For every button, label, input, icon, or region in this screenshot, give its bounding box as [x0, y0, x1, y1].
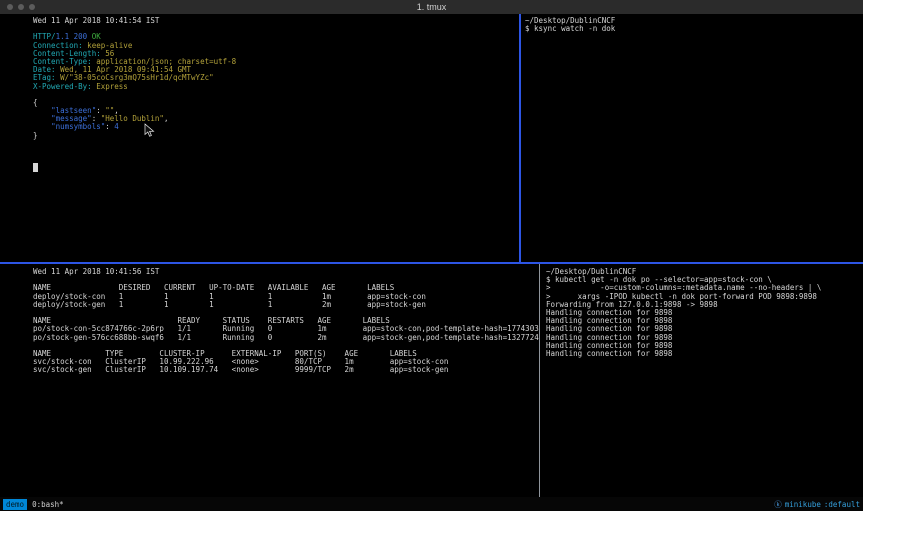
- window-title: 1. tmux: [0, 0, 863, 14]
- pane-kubectl-get[interactable]: Wed 11 Apr 2018 10:41:56 IST NAME DESIRE…: [0, 264, 539, 497]
- text-segment: svc/stock-gen ClusterIP 10.109.197.74 <n…: [33, 365, 448, 374]
- terminal-line: $ ksync watch -n dok: [525, 25, 863, 33]
- desktop: 1. tmux Wed 11 Apr 2018 10:41:54 IST HTT…: [0, 0, 900, 555]
- mouse-pointer-arrow: [144, 123, 155, 138]
- text-segment: $ ksync watch -n dok: [525, 24, 615, 33]
- text-segment: 4: [114, 122, 119, 131]
- terminal-line: X-Powered-By: Express: [33, 83, 519, 91]
- text-segment: :: [105, 122, 114, 131]
- terminal-line: }: [33, 132, 519, 140]
- text-segment: X-Powered-By:: [33, 82, 92, 91]
- terminal-line: deploy/stock-gen 1 1 1 1 2m app=stock-ge…: [33, 301, 539, 309]
- terminal-line: [33, 164, 519, 172]
- terminal-line: [33, 156, 519, 164]
- text-segment: ,: [164, 114, 169, 123]
- kube-namespace: :default: [824, 500, 860, 509]
- status-left: demo 0:bash*: [3, 499, 64, 510]
- text-segment: Handling connection for 9898: [546, 349, 672, 358]
- kubernetes-icon: ⓚ: [774, 499, 782, 510]
- session-name-badge: demo: [3, 499, 27, 510]
- terminal-line: [33, 140, 519, 148]
- terminal-line: Wed 11 Apr 2018 10:41:56 IST: [33, 268, 539, 276]
- pane-divider-vertical-top[interactable]: [519, 14, 521, 263]
- terminal-window: 1. tmux Wed 11 Apr 2018 10:41:54 IST HTT…: [0, 0, 863, 511]
- window-label[interactable]: 0:bash*: [32, 500, 64, 509]
- pane-divider-vertical-bottom[interactable]: [539, 264, 540, 497]
- text-segment: Express: [92, 82, 128, 91]
- text-segment: deploy/stock-gen 1 1 1 1 2m app=stock-ge…: [33, 300, 426, 309]
- terminal-line: [33, 148, 519, 156]
- pane-port-forward[interactable]: ~/Desktop/DublinCNCF$ kubectl get -n dok…: [541, 264, 863, 497]
- tmux-status-bar: demo 0:bash* ⓚ minikube:default: [0, 497, 863, 511]
- terminal-line: svc/stock-gen ClusterIP 10.109.197.74 <n…: [33, 366, 539, 374]
- terminal-line: Wed 11 Apr 2018 10:41:54 IST: [33, 17, 519, 25]
- text-segment: Wed 11 Apr 2018 10:41:54 IST: [33, 16, 159, 25]
- text-cursor: [33, 163, 38, 172]
- kube-status: ⓚ minikube:default: [774, 499, 860, 510]
- text-segment: "numsymbols": [51, 122, 105, 131]
- terminal-line: Handling connection for 9898: [546, 350, 863, 358]
- text-segment: po/stock-gen-576cc688bb-swqf6 1/1 Runnin…: [33, 333, 539, 342]
- terminal-line: [33, 91, 519, 99]
- mouse-pointer-icon: [144, 123, 155, 142]
- terminal-line: po/stock-gen-576cc688bb-swqf6 1/1 Runnin…: [33, 334, 539, 342]
- kube-context: minikube: [785, 500, 821, 509]
- text-segment: Wed 11 Apr 2018 10:41:56 IST: [33, 267, 159, 276]
- terminal-line: "numsymbols": 4: [33, 123, 519, 131]
- pane-http-response[interactable]: Wed 11 Apr 2018 10:41:54 IST HTTP/1.1 20…: [0, 14, 519, 262]
- title-bar[interactable]: 1. tmux: [0, 0, 863, 14]
- terminal-line: [33, 25, 519, 33]
- pane-ksync[interactable]: ~/Desktop/DublinCNCF$ ksync watch -n dok: [522, 14, 863, 262]
